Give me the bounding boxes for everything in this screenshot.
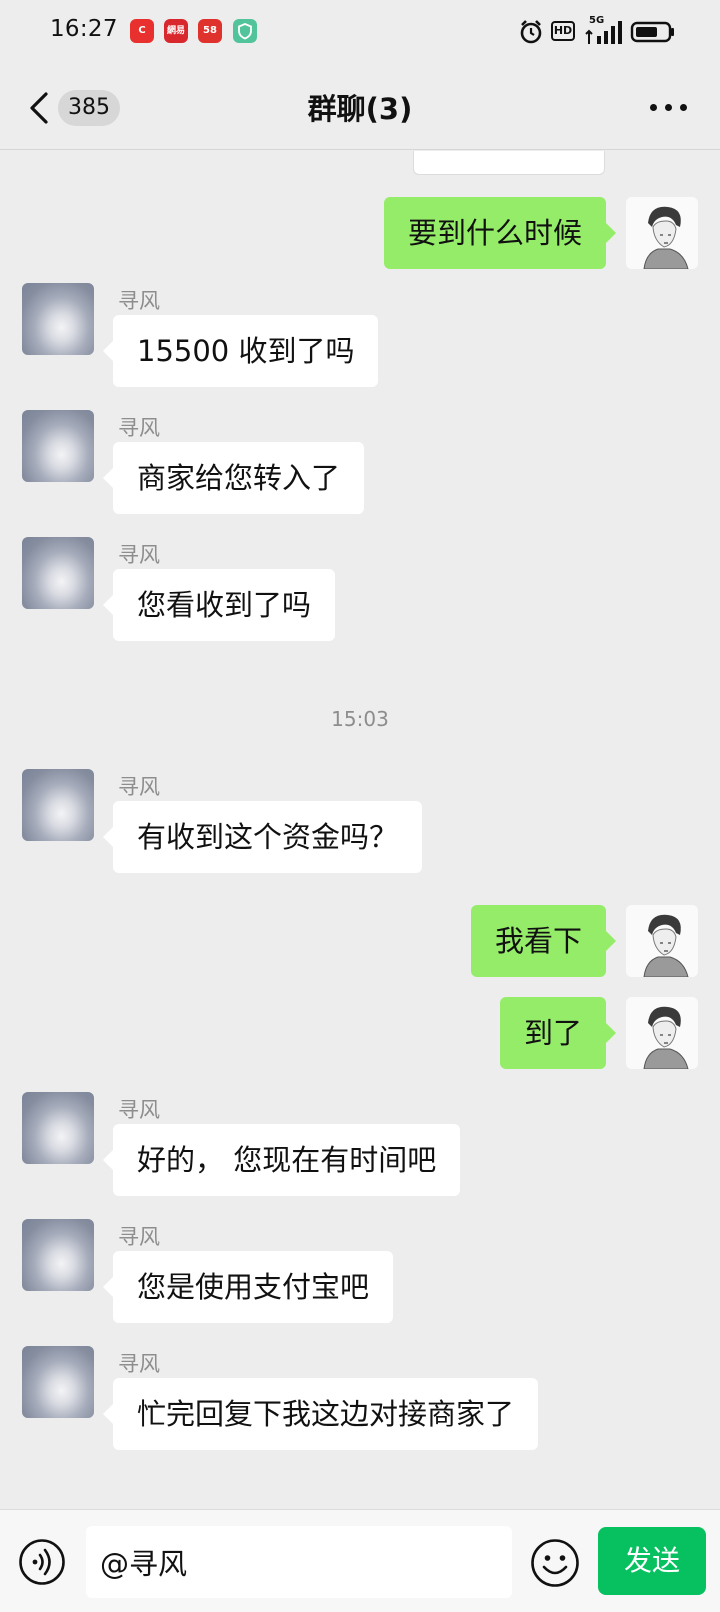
sketch-man-avatar-icon [626,997,698,1069]
outgoing-message[interactable]: 到了 [499,997,617,1069]
my-avatar[interactable] [626,997,698,1069]
message-input[interactable] [86,1526,512,1598]
sender-name: 寻风 [118,289,160,313]
sender-name: 寻风 [118,416,160,440]
signal-icon [585,21,622,44]
contact-avatar[interactable] [22,410,94,482]
app-58-icon: 58 [198,19,222,43]
c-app-icon: C [130,19,154,43]
sketch-man-avatar-icon [626,197,698,269]
previous-message-bubble[interactable] [413,151,605,175]
incoming-message[interactable]: 有收到这个资金吗？ [102,801,423,873]
outgoing-message[interactable]: 要到什么时候 [383,197,617,269]
my-avatar[interactable] [626,197,698,269]
more-dot-icon [665,104,672,111]
contact-avatar[interactable] [22,1346,94,1418]
sender-name: 寻风 [118,1225,160,1249]
alarm-icon [520,20,542,44]
shield-app-icon [233,19,257,43]
contact-avatar[interactable] [22,283,94,355]
incoming-message[interactable]: 商家给您转入了 [102,442,365,514]
input-bar: 发送 [0,1509,720,1612]
contact-avatar[interactable] [22,1219,94,1291]
more-dot-icon [650,104,657,111]
incoming-message[interactable]: 您是使用支付宝吧 [102,1251,394,1323]
contact-avatar[interactable] [22,537,94,609]
sender-name: 寻风 [118,1098,160,1122]
sender-name: 寻风 [118,543,160,567]
voice-icon[interactable] [18,1538,66,1586]
incoming-message[interactable]: 忙完回复下我这边对接商家了 [102,1378,539,1450]
sender-name: 寻风 [118,775,160,799]
sketch-man-avatar-icon [626,905,698,977]
chat-header: 385 群聊(3) [0,64,720,150]
incoming-message[interactable]: 您看收到了吗 [102,569,336,641]
incoming-message[interactable]: 15500 收到了吗 [102,315,379,387]
contact-avatar[interactable] [22,1092,94,1164]
sender-name: 寻风 [118,1352,160,1376]
more-options-button[interactable] [650,104,688,114]
emoji-icon[interactable] [530,1538,580,1588]
contact-avatar[interactable] [22,769,94,841]
message-timestamp: 15:03 [331,707,389,731]
more-dot-icon [680,104,687,111]
send-button[interactable]: 发送 [598,1527,706,1595]
hd-badge: HD [551,21,575,41]
status-bar: 16:27 C 網易 58 HD 5G [0,0,720,64]
battery-icon [630,21,674,43]
netease-icon: 網易 [164,19,188,43]
page-title: 群聊(3) [307,92,413,126]
my-avatar[interactable] [626,905,698,977]
status-time: 16:27 [50,16,118,42]
message-list[interactable]: 要到什么时候 寻风 15500 收到了吗 寻风 商家给您转入了 寻风 您看收到了… [0,151,720,1508]
incoming-message[interactable]: 好的， 您现在有时间吧 [102,1124,461,1196]
outgoing-message[interactable]: 我看下 [470,905,617,977]
